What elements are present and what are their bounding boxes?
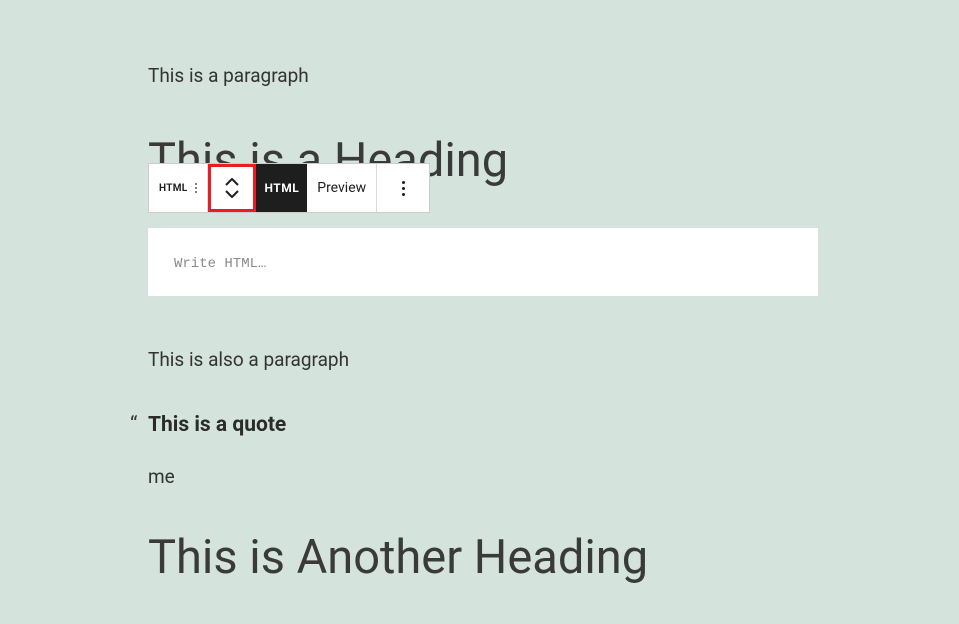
quote-text: This is a quote: [148, 413, 286, 437]
block-type-label: HTML: [159, 183, 187, 194]
quote-block[interactable]: “ This is a quote: [148, 413, 818, 437]
view-mode-tabs: HTML Preview: [256, 164, 377, 212]
block-type-dots: [195, 183, 197, 193]
quote-citation[interactable]: me: [148, 465, 818, 488]
paragraph-block[interactable]: This is a paragraph: [148, 64, 819, 87]
more-options-button[interactable]: [377, 164, 429, 212]
html-placeholder: Write HTML…: [174, 256, 266, 272]
chevron-down-icon: [225, 190, 239, 198]
html-tab[interactable]: HTML: [256, 164, 307, 212]
paragraph-block-2[interactable]: This is also a paragraph: [148, 348, 818, 371]
html-block-editor[interactable]: Write HTML…: [148, 228, 818, 296]
quote-mark-icon: “: [130, 413, 137, 437]
block-toolbar: HTML HTML Preview: [148, 163, 430, 213]
dots-vertical-icon: [402, 181, 405, 196]
chevron-up-icon: [225, 178, 239, 186]
heading-block-2[interactable]: This is Another Heading: [148, 530, 818, 585]
block-type-button[interactable]: HTML: [149, 164, 208, 212]
block-mover[interactable]: [208, 164, 256, 212]
preview-tab[interactable]: Preview: [317, 180, 366, 196]
